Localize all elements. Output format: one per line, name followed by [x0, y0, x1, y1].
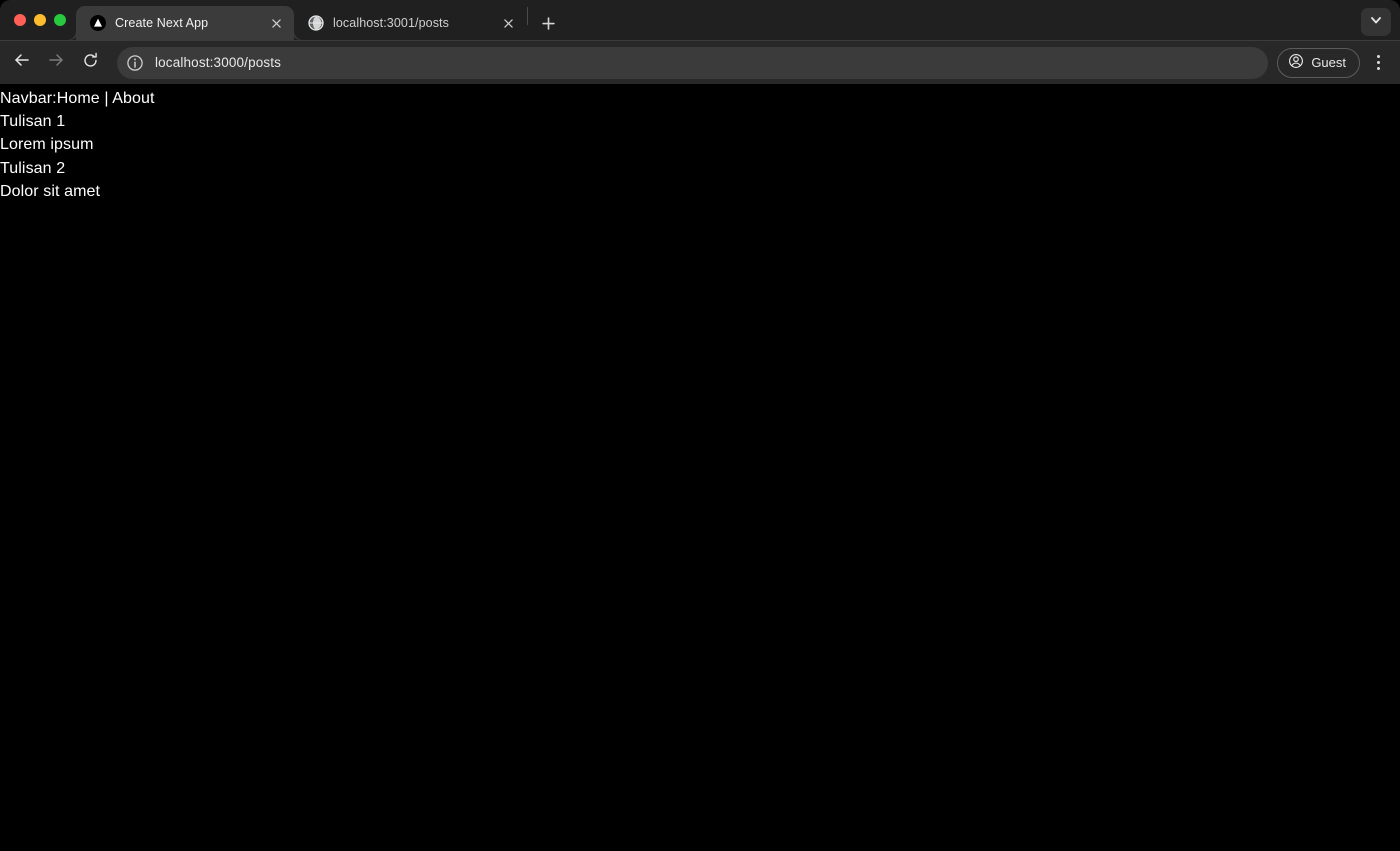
tab-list: Create Next App localhost:3001/posts [67, 0, 562, 40]
new-tab-button[interactable] [534, 9, 562, 37]
nextjs-triangle-icon [90, 15, 106, 31]
tab-strip: Create Next App localhost:3001/posts [0, 0, 1400, 40]
site-navbar[interactable]: Navbar:Home | About [0, 84, 1400, 110]
profile-label: Guest [1311, 55, 1346, 70]
kebab-dot [1376, 55, 1380, 58]
browser-menu-button[interactable] [1364, 48, 1392, 78]
address-bar-text[interactable]: localhost:3000/posts [155, 55, 281, 70]
browser-window: Create Next App localhost:3001/posts loc… [0, 0, 1400, 851]
address-bar[interactable]: localhost:3000/posts [117, 46, 1269, 79]
browser-tab-inactive[interactable]: localhost:3001/posts [294, 6, 526, 40]
kebab-dot [1376, 61, 1380, 64]
kebab-dot [1376, 67, 1380, 70]
tab-search-button[interactable] [1361, 8, 1391, 36]
browser-tab-active[interactable]: Create Next App [67, 6, 303, 40]
tab-close-button[interactable] [499, 14, 517, 32]
reload-button[interactable] [74, 47, 106, 79]
maximize-window-button[interactable] [54, 14, 66, 26]
tab-separator [527, 7, 528, 25]
post-title-1: Tulisan 1 [0, 113, 66, 131]
forward-button[interactable] [40, 47, 72, 79]
close-window-button[interactable] [14, 14, 26, 26]
tab-close-button[interactable] [267, 14, 285, 32]
page-content: Navbar:Home | About Tulisan 1 Lorem ipsu… [0, 84, 1400, 203]
reload-icon [82, 52, 99, 74]
post-body-1: Lorem ipsum [0, 136, 94, 154]
tab-title: Create Next App [115, 16, 209, 30]
arrow-right-icon [47, 51, 65, 74]
tab-title: localhost:3001/posts [333, 16, 449, 30]
post-body-2: Dolor sit amet [0, 182, 101, 200]
info-circle-icon[interactable] [126, 54, 144, 72]
profile-button[interactable]: Guest [1277, 47, 1360, 78]
back-button[interactable] [6, 47, 38, 79]
account-circle-icon [1288, 53, 1304, 72]
window-controls [0, 0, 76, 40]
chevron-down-icon [1370, 13, 1382, 31]
arrow-left-icon [13, 51, 31, 74]
globe-icon [308, 15, 324, 31]
minimize-window-button[interactable] [34, 14, 46, 26]
page-viewport: Navbar:Home | About Tulisan 1 Lorem ipsu… [0, 84, 1400, 851]
browser-toolbar: localhost:3000/posts Guest [0, 40, 1400, 84]
post-title-2: Tulisan 2 [0, 159, 66, 177]
